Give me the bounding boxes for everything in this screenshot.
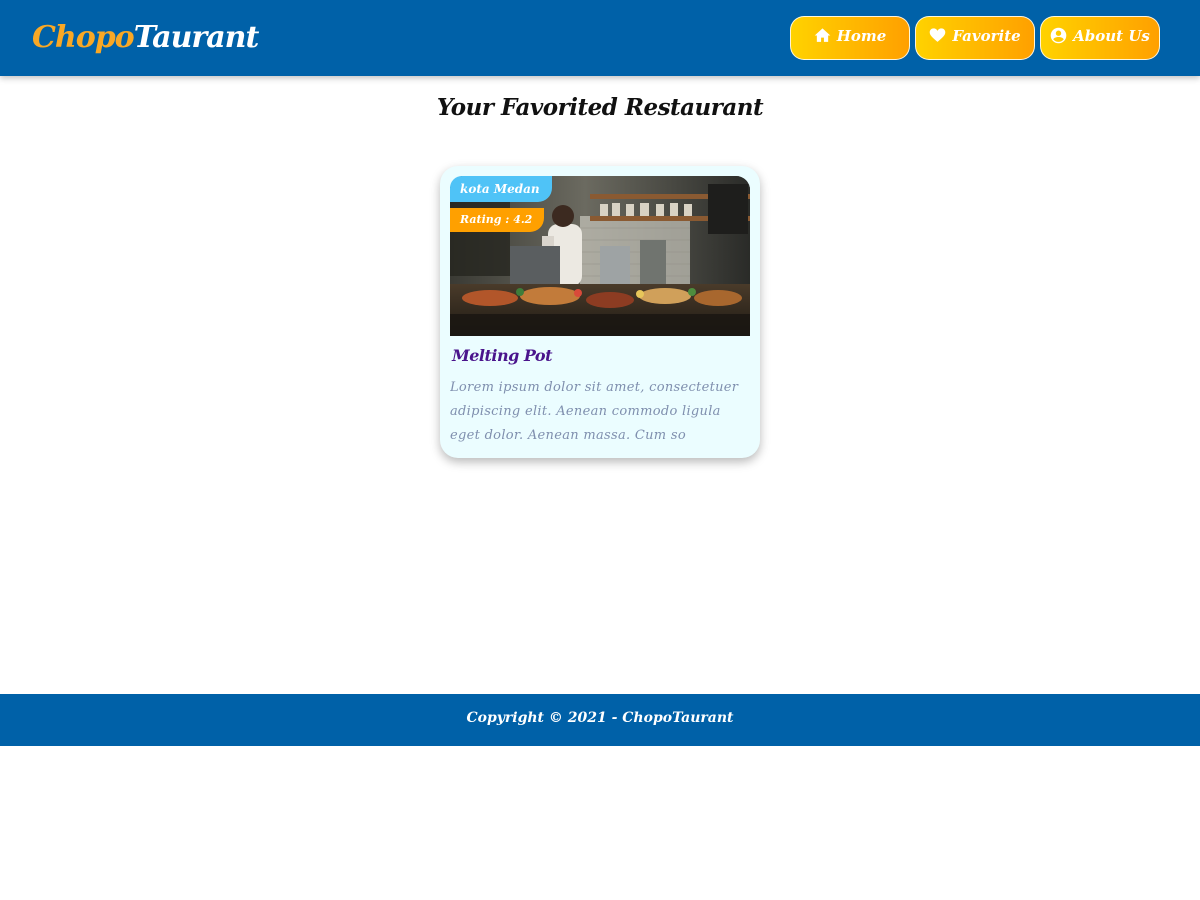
- home-icon: [814, 28, 830, 42]
- restaurant-card[interactable]: kota Medan Rating : 4.2 Melting Pot Lore…: [440, 166, 760, 458]
- nav-home-button[interactable]: Home: [790, 16, 910, 60]
- nav-about-button[interactable]: About Us: [1040, 16, 1160, 60]
- rating-badge: Rating : 4.2: [450, 208, 545, 232]
- page-title: Your Favorited Restaurant: [436, 94, 764, 121]
- logo-part-2: Taurant: [133, 20, 260, 55]
- user-circle-icon: [1050, 27, 1067, 44]
- restaurant-description: Lorem ipsum dolor sit amet, consectetuer…: [450, 380, 739, 443]
- app-footer: Copyright © 2021 - ChopoTaurant: [0, 694, 1200, 746]
- city-badge: kota Medan: [450, 176, 552, 202]
- main-nav: Home Favorite About Us: [790, 16, 1160, 60]
- logo-part-1: Chopo: [32, 20, 135, 55]
- nav-home-label: Home: [836, 26, 887, 45]
- nav-favorite-label: Favorite: [952, 26, 1021, 45]
- nav-about-label: About Us: [1073, 26, 1150, 45]
- restaurant-name[interactable]: Melting Pot: [452, 346, 553, 365]
- nav-favorite-button[interactable]: Favorite: [915, 16, 1035, 60]
- copyright-text: Copyright © 2021 - ChopoTaurant: [466, 710, 734, 726]
- app-header: ChopoTaurant Home Favorite About Us: [0, 0, 1200, 76]
- heart-icon: [930, 28, 946, 42]
- brand-logo[interactable]: ChopoTaurant: [32, 18, 260, 58]
